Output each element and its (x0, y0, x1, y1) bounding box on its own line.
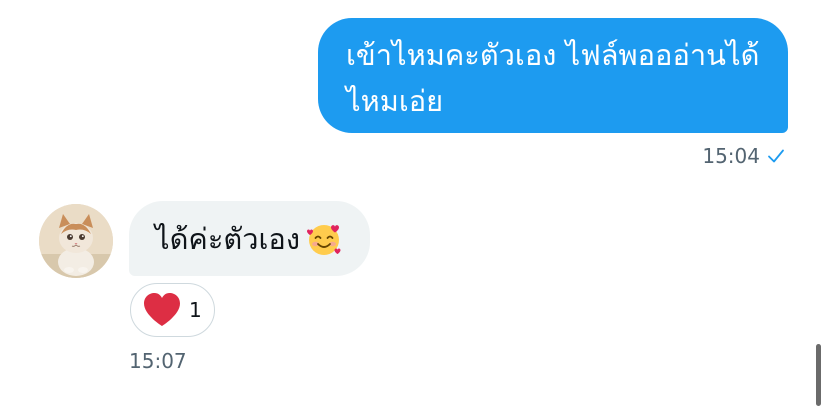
incoming-message-time: 15:07 (129, 349, 187, 373)
incoming-message-text: ได้ค่ะตัวเอง (155, 221, 300, 256)
outgoing-message-text: เข้าไหมคะตัวเอง ไฟล์พอออ่านได้ไหมเอ่ย (346, 38, 760, 118)
scrollbar-thumb[interactable] (816, 344, 821, 406)
reaction-count: 1 (189, 298, 202, 322)
check-icon (766, 146, 786, 166)
incoming-message-bubble[interactable]: ได้ค่ะตัวเอง (129, 201, 370, 276)
dm-conversation: เข้าไหมคะตัวเอง ไฟล์พอออ่านได้ไหมเอ่ย 15… (0, 0, 828, 406)
smiling-face-with-hearts-icon (304, 219, 344, 259)
outgoing-message-meta: 15:04 (702, 144, 786, 168)
sender-avatar[interactable] (39, 204, 113, 278)
heart-reaction-pill[interactable]: 1 (130, 283, 215, 337)
outgoing-message-time: 15:04 (702, 144, 760, 168)
outgoing-message-bubble[interactable]: เข้าไหมคะตัวเอง ไฟล์พอออ่านได้ไหมเอ่ย (318, 18, 788, 133)
red-heart-icon (141, 290, 183, 330)
kitten-avatar-icon (39, 204, 113, 278)
